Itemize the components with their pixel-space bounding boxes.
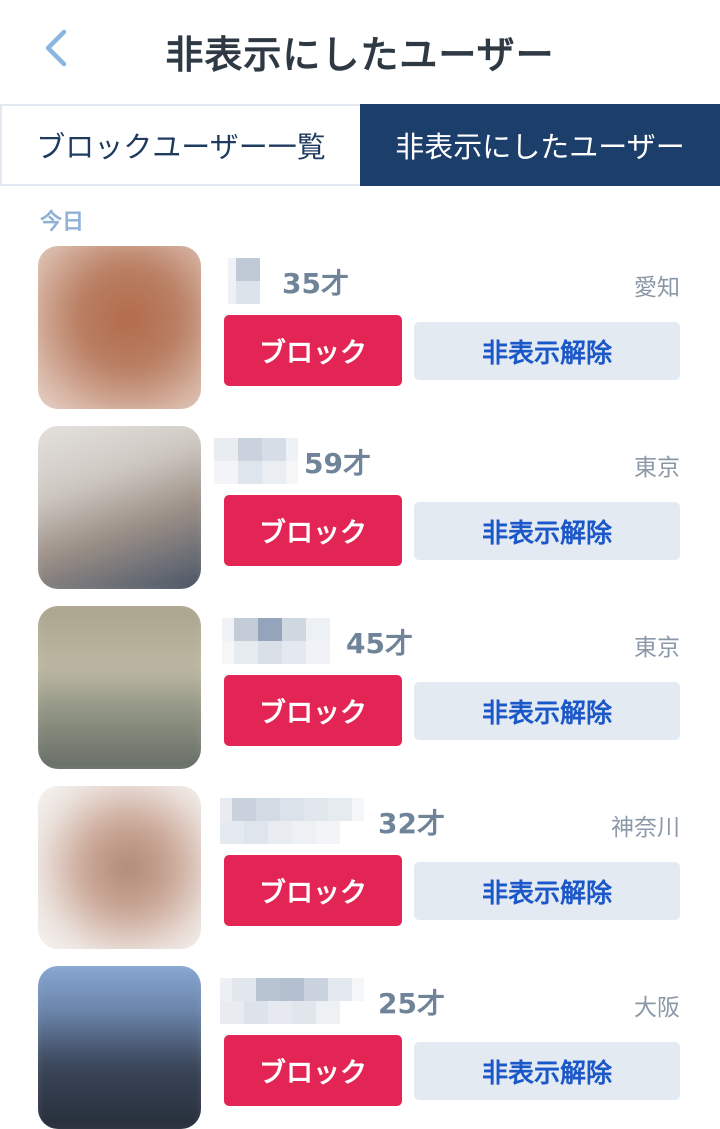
page-title: 非表示にしたユーザー (165, 33, 555, 77)
user-age: 32才 (378, 807, 445, 840)
list-item: 35才 愛知 ブロック 非表示解除 (0, 246, 720, 426)
user-name-redacted (228, 258, 264, 304)
avatar[interactable] (38, 786, 201, 949)
block-button[interactable]: ブロック (224, 495, 402, 566)
user-location: 愛知 (634, 275, 680, 301)
header: 非表示にしたユーザー (0, 0, 720, 104)
user-location: 大阪 (634, 995, 680, 1021)
user-name-redacted (222, 618, 330, 664)
list-item: 45才 東京 ブロック 非表示解除 (0, 606, 720, 786)
user-location: 神奈川 (611, 815, 680, 841)
unhide-button[interactable]: 非表示解除 (414, 682, 680, 740)
hidden-user-list: 35才 愛知 ブロック 非表示解除 59才 東京 ブロック 非表示解除 45才 … (0, 246, 720, 1129)
avatar[interactable] (38, 246, 201, 409)
section-label-today: 今日 (40, 210, 85, 235)
user-age: 35才 (282, 267, 349, 300)
tab-blocked-users[interactable]: ブロックユーザー一覧 (0, 104, 360, 186)
list-item: 32才 神奈川 ブロック 非表示解除 (0, 786, 720, 966)
user-name-redacted (220, 798, 364, 844)
user-location: 東京 (634, 635, 680, 661)
block-button[interactable]: ブロック (224, 1035, 402, 1106)
unhide-button[interactable]: 非表示解除 (414, 322, 680, 380)
block-button[interactable]: ブロック (224, 855, 402, 926)
list-item: 59才 東京 ブロック 非表示解除 (0, 426, 720, 606)
user-name-redacted (214, 438, 298, 484)
tab-hidden-users[interactable]: 非表示にしたユーザー (360, 104, 720, 186)
user-location: 東京 (634, 455, 680, 481)
user-age: 25才 (378, 987, 445, 1020)
user-name-redacted (220, 978, 364, 1024)
avatar[interactable] (38, 606, 201, 769)
tab-bar: ブロックユーザー一覧 非表示にしたユーザー (0, 104, 720, 186)
user-age: 59才 (304, 447, 371, 480)
unhide-button[interactable]: 非表示解除 (414, 1042, 680, 1100)
unhide-button[interactable]: 非表示解除 (414, 862, 680, 920)
user-age: 45才 (346, 627, 413, 660)
avatar[interactable] (38, 966, 201, 1129)
avatar[interactable] (38, 426, 201, 589)
block-button[interactable]: ブロック (224, 315, 402, 386)
block-button[interactable]: ブロック (224, 675, 402, 746)
list-item: 25才 大阪 ブロック 非表示解除 (0, 966, 720, 1129)
unhide-button[interactable]: 非表示解除 (414, 502, 680, 560)
